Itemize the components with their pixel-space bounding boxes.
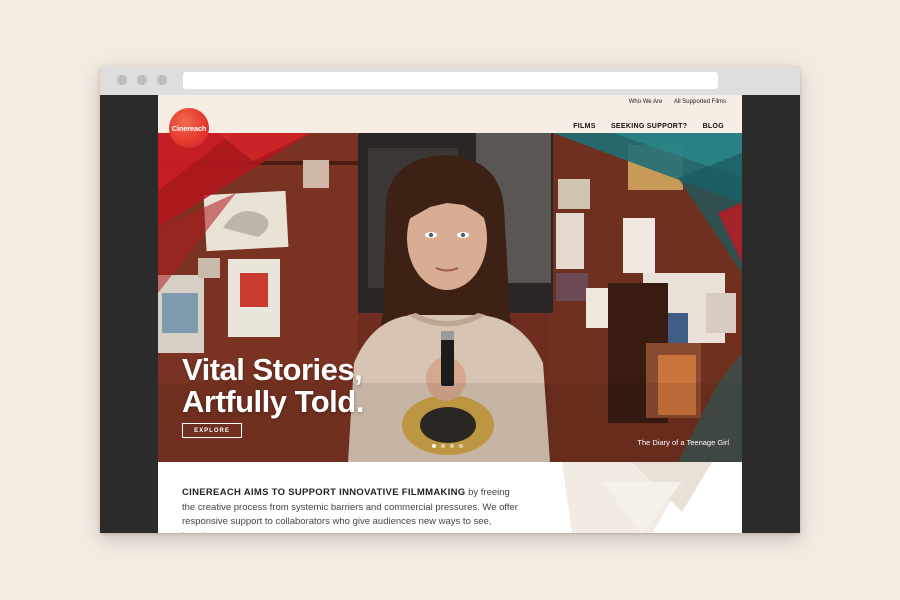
carousel-dot[interactable] (432, 444, 436, 448)
window-minimize-button[interactable] (137, 75, 147, 85)
website: Who We Are All Supported Films FILMS SEE… (158, 95, 742, 533)
address-bar[interactable] (183, 72, 718, 89)
nav-link-all-supported-films[interactable]: All Supported Films (674, 99, 726, 105)
hero-banner: Vital Stories, Artfully Told. EXPLORE Th… (158, 133, 742, 462)
main-nav: FILMS SEEKING SUPPORT? BLOG (560, 123, 724, 130)
browser-window: Who We Are All Supported Films FILMS SEE… (100, 66, 800, 533)
explore-button[interactable]: EXPLORE (182, 423, 242, 438)
decorative-shapes (562, 462, 712, 533)
browser-viewport: Who We Are All Supported Films FILMS SEE… (100, 95, 800, 533)
intro-lead: CINEREACH AIMS TO SUPPORT INNOVATIVE FIL… (182, 487, 466, 498)
logo-text: Cinereach (171, 123, 207, 133)
hero-headline: Vital Stories, Artfully Told. (182, 354, 364, 418)
window-close-button[interactable] (117, 75, 127, 85)
nav-link-who-we-are[interactable]: Who We Are (629, 99, 663, 105)
nav-link-films[interactable]: FILMS (573, 123, 596, 130)
carousel-dot[interactable] (459, 444, 463, 448)
hero-headline-line2: Artfully Told. (182, 384, 364, 419)
hero-caption[interactable]: The Diary of a Teenage Girl (637, 438, 729, 447)
intro-paragraph: CINEREACH AIMS TO SUPPORT INNOVATIVE FIL… (182, 486, 522, 533)
site-header: Who We Are All Supported Films FILMS SEE… (158, 95, 742, 133)
carousel-dot[interactable] (450, 444, 454, 448)
carousel-dot[interactable] (441, 444, 445, 448)
browser-toolbar (100, 66, 800, 95)
window-maximize-button[interactable] (157, 75, 167, 85)
cinereach-logo[interactable]: Cinereach (169, 108, 209, 148)
nav-link-blog[interactable]: BLOG (703, 123, 724, 130)
nav-link-seeking-support[interactable]: SEEKING SUPPORT? (611, 123, 687, 130)
utility-nav: Who We Are All Supported Films (619, 99, 726, 105)
hero-headline-line1: Vital Stories, (182, 352, 363, 387)
carousel-indicators (432, 435, 468, 453)
